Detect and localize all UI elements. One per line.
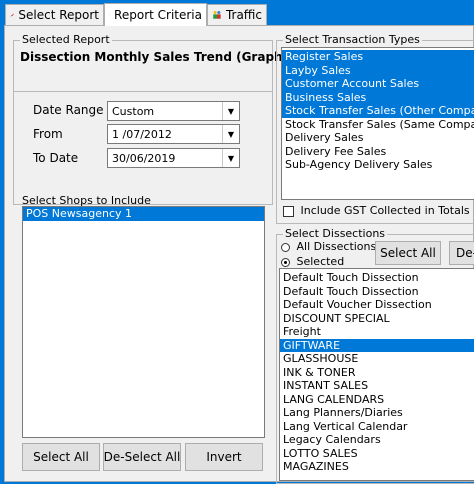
selected-dissections-radio[interactable] [281,258,290,267]
list-item[interactable]: Default Voucher Dissection [280,298,474,312]
list-item[interactable]: GIFTWARE [280,339,474,353]
list-item[interactable]: GLASSHOUSE [280,352,474,366]
chevron-down-icon[interactable]: ▼ [222,102,239,120]
date-range-select[interactable]: Custom ▼ [107,101,240,121]
list-item[interactable]: DISCOUNT SPECIAL [280,312,474,326]
shops-select-all-button[interactable]: Select All [22,443,100,471]
tab-label: Traffic [226,8,262,22]
list-item[interactable]: Lang Planners/Diaries [280,406,474,420]
list-item[interactable]: Delivery Sales [282,131,474,145]
list-item[interactable]: Stock Transfer Sales (Other Company) [282,104,474,118]
all-dissections-radio-row[interactable]: All Dissections [281,240,376,253]
dissections-deselect-button[interactable]: De- [449,241,474,265]
tab-label: Select Report [18,8,99,22]
transaction-types-group-title: Select Transaction Types [283,33,422,46]
list-item[interactable]: LOTTO SALES [280,447,474,461]
chevron-down-icon[interactable]: ▼ [222,149,239,167]
list-item[interactable]: Layby Sales [282,64,474,78]
list-item[interactable]: Register Sales [282,50,474,64]
list-item[interactable]: Freight [280,325,474,339]
include-gst-checkbox[interactable] [283,206,294,217]
selected-dissections-label: Selected [297,255,345,268]
list-item[interactable]: INSTANT SALES [280,379,474,393]
tab-select-report[interactable]: Select Report [5,4,104,25]
date-range-value: Custom [108,105,222,118]
list-item[interactable]: LANG CALENDARS [280,393,474,407]
to-date-label: To Date [33,151,78,165]
include-gst-label: Include GST Collected in Totals [301,204,470,217]
list-item[interactable]: POS Newsagency 1 [23,207,264,221]
report-criteria-panel: Selected Report Dissection Monthly Sales… [4,25,474,482]
list-item[interactable]: Stock Transfer Sales (Same Company) [282,118,474,132]
transaction-types-list[interactable]: Register Sales Layby Sales Customer Acco… [281,47,474,200]
list-item[interactable]: INK & TONER [280,366,474,380]
traffic-people-icon [212,8,222,22]
list-item[interactable]: Delivery Fee Sales [282,145,474,159]
tab-label: Report Criteria [114,8,202,22]
list-item[interactable]: Sub-Agency Delivery Sales [282,158,474,172]
shops-deselect-all-button[interactable]: De-Select All [103,443,181,471]
list-item[interactable]: Business Sales [282,91,474,105]
list-item[interactable]: Default Touch Dissection [280,271,474,285]
from-date-picker[interactable]: 1 /07/2012 ▼ [107,124,240,144]
from-date-value: 1 /07/2012 [108,128,222,141]
dissections-group-title: Select Dissections [283,227,387,240]
list-item[interactable]: MAGAZINES [280,460,474,474]
selected-dissections-radio-row[interactable]: Selected [281,255,344,268]
all-dissections-radio[interactable] [281,243,290,252]
dissections-select-all-button[interactable]: Select All [375,241,441,265]
to-date-value: 30/06/2019 [108,152,222,165]
list-item[interactable]: Customer Account Sales [282,77,474,91]
tab-traffic[interactable]: Traffic [207,4,267,25]
include-gst-checkbox-row[interactable]: Include GST Collected in Totals [283,204,470,218]
tab-report-criteria[interactable]: Report Criteria [104,3,207,26]
pin-icon [10,8,14,22]
shops-list[interactable]: POS Newsagency 1 [22,206,265,438]
all-dissections-label: All Dissections [297,240,377,253]
list-item[interactable]: Lang Vertical Calendar [280,420,474,434]
to-date-picker[interactable]: 30/06/2019 ▼ [107,148,240,168]
list-item[interactable]: Default Touch Dissection [280,285,474,299]
shops-invert-button[interactable]: Invert [185,443,263,471]
dissections-list[interactable]: Default Touch Dissection Default Touch D… [279,268,474,481]
list-item[interactable]: Legacy Calendars [280,433,474,447]
selected-report-group: Selected Report Dissection Monthly Sales… [13,40,273,92]
selected-report-group-title: Selected Report [20,33,112,46]
date-range-label: Date Range [33,103,104,117]
chevron-down-icon[interactable]: ▼ [222,125,239,143]
from-label: From [33,127,63,141]
selected-report-name: Dissection Monthly Sales Trend (Graph) [20,50,288,64]
network-icon [109,8,110,22]
